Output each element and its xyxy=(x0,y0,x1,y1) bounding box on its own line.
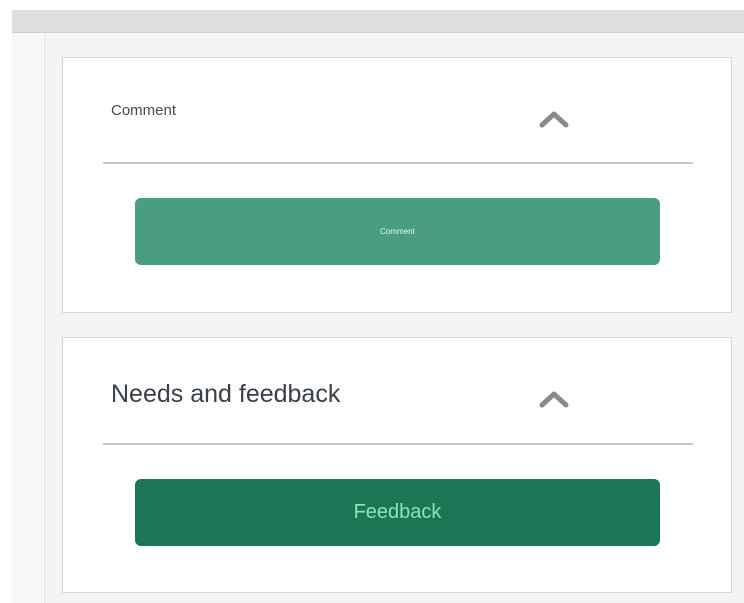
feedback-panel: Needs and feedback Feedback xyxy=(62,337,732,593)
comment-panel: Comment Comment xyxy=(62,57,732,313)
left-gutter xyxy=(12,33,45,603)
feedback-panel-divider xyxy=(103,443,693,445)
chevron-up-icon[interactable] xyxy=(537,388,571,410)
chevron-up-icon[interactable] xyxy=(537,108,571,130)
comment-panel-divider xyxy=(103,162,693,164)
comment-button[interactable]: Comment xyxy=(135,198,660,265)
feedback-panel-title: Needs and feedback xyxy=(111,380,341,408)
comment-panel-title: Comment xyxy=(111,102,177,119)
top-bar xyxy=(12,10,744,33)
feedback-button[interactable]: Feedback xyxy=(135,479,660,546)
